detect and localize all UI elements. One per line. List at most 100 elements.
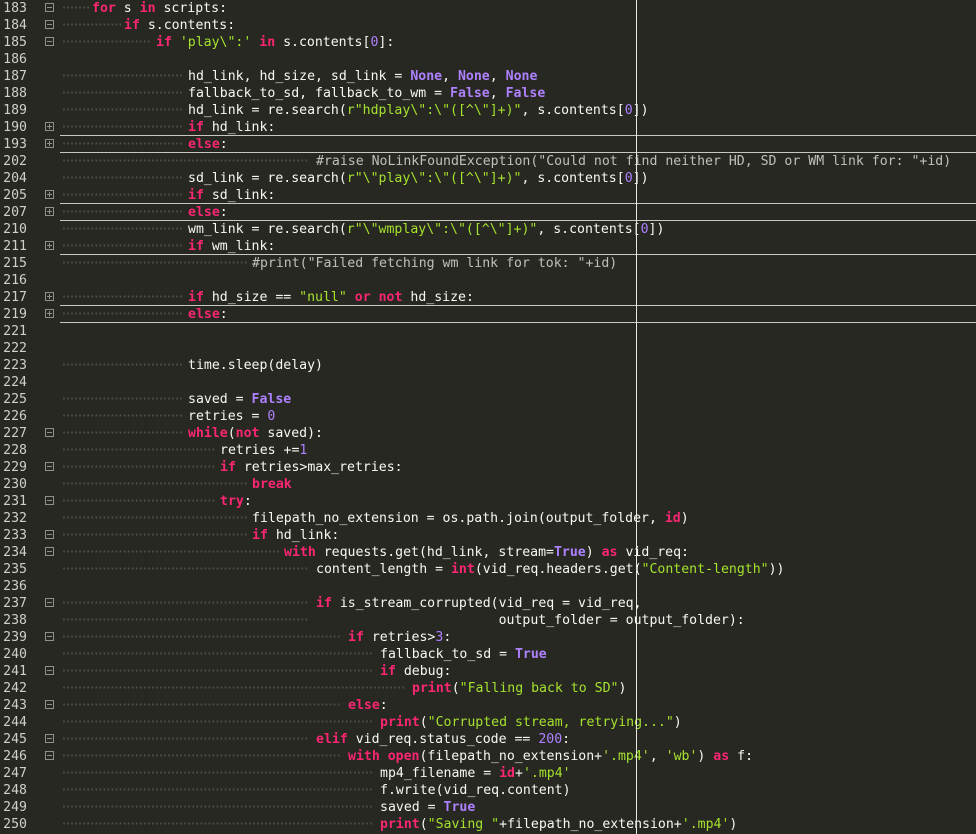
code-line[interactable]: 207 ······························ else: (0, 204, 976, 221)
code-line[interactable]: 227 ······························ while(n… (0, 425, 976, 442)
code-line[interactable]: 226 ······························ retries… (0, 408, 976, 425)
code-token: else (188, 137, 220, 152)
code-line[interactable]: 205 ······························ if sd_l… (0, 187, 976, 204)
code-line[interactable]: 240 ·····································… (0, 646, 976, 663)
code-line[interactable]: 224 (0, 374, 976, 391)
code-line[interactable]: 248 ·····································… (0, 782, 976, 799)
fold-expand-icon[interactable] (45, 139, 54, 148)
code-line[interactable]: 250 ·····································… (0, 816, 976, 833)
code-line[interactable]: 221 (0, 323, 976, 340)
code-token: id (499, 766, 515, 781)
fold-collapse-icon[interactable] (45, 751, 54, 760)
code-line[interactable]: 186 (0, 51, 976, 68)
code-line[interactable]: 247 ·····································… (0, 765, 976, 782)
fold-collapse-icon[interactable] (45, 462, 54, 471)
code-line[interactable]: 184 ··············· if s.contents: (0, 17, 976, 34)
code-line[interactable]: 188 ······························ fallbac… (0, 85, 976, 102)
code-text: with requests.get(hd_link, stream=True) … (284, 544, 689, 561)
fold-collapse-icon[interactable] (45, 734, 54, 743)
code-line[interactable]: 211 ······························ if wm_l… (0, 238, 976, 255)
code-line[interactable]: 243 ·····································… (0, 697, 976, 714)
code-line[interactable]: 233 ·····································… (0, 527, 976, 544)
line-number: 186 (3, 52, 27, 67)
code-line[interactable]: 235 ·····································… (0, 561, 976, 578)
code-line[interactable]: 228 ·····································… (0, 442, 976, 459)
fold-expand-icon[interactable] (45, 292, 54, 301)
code-token: or (354, 290, 371, 305)
fold-collapse-icon[interactable] (45, 598, 54, 607)
fold-expand-icon[interactable] (45, 122, 54, 131)
code-line[interactable]: 216 (0, 272, 976, 289)
code-token: : (562, 732, 571, 747)
code-line[interactable]: 219 ······························ else: (0, 306, 976, 323)
code-token: while (188, 426, 228, 441)
code-token: else (188, 307, 220, 322)
code-line[interactable]: 237 ·····································… (0, 595, 976, 612)
code-line[interactable]: 189 ······························ hd_link… (0, 102, 976, 119)
code-line[interactable]: 239 ·····································… (0, 629, 976, 646)
fold-expand-icon[interactable] (45, 241, 54, 250)
fold-collapse-icon[interactable] (45, 20, 54, 29)
code-token: ]) (648, 222, 665, 237)
code-line[interactable]: 193 ······························ else: (0, 136, 976, 153)
code-line[interactable]: 244 ·····································… (0, 714, 976, 731)
fold-expand-icon[interactable] (45, 190, 54, 199)
fold-collapse-icon[interactable] (45, 632, 54, 641)
fold-expand-icon[interactable] (45, 309, 54, 318)
code-text: mp4_filename = id+'.mp4' (380, 765, 571, 782)
code-line[interactable]: 183 ······· for s in scripts: (0, 0, 976, 17)
code-line[interactable]: 202 ·····································… (0, 153, 976, 170)
whitespace-guide: ······································ (60, 460, 217, 475)
code-line[interactable]: 245 ·····································… (0, 731, 976, 748)
line-number: 189 (3, 103, 27, 118)
code-line[interactable]: 232 ·····································… (0, 510, 976, 527)
code-line[interactable]: 234 ·····································… (0, 544, 976, 561)
fold-collapse-icon[interactable] (45, 530, 54, 539)
code-token: 0 (640, 222, 649, 237)
code-token: "null" (299, 290, 347, 305)
code-token: , (442, 69, 458, 84)
code-line[interactable]: 210 ······························ wm_link… (0, 221, 976, 238)
code-editor[interactable]: 183 ······· for s in scripts: 184 ··········… (0, 0, 976, 834)
whitespace-guide: ········································… (60, 817, 375, 832)
code-line[interactable]: 230 ·····································… (0, 476, 976, 493)
code-line[interactable]: 217 ······························ if hd_s… (0, 289, 976, 306)
code-line[interactable]: 236 (0, 578, 976, 595)
fold-collapse-icon[interactable] (45, 496, 54, 505)
code-line[interactable]: 225 ······························ saved =… (0, 391, 976, 408)
fold-collapse-icon[interactable] (45, 547, 54, 556)
code-line[interactable]: 231 ·····································… (0, 493, 976, 510)
line-number: 185 (3, 35, 27, 50)
code-line[interactable]: 229 ·····································… (0, 459, 976, 476)
code-line[interactable]: 187 ······························ hd_link… (0, 68, 976, 85)
whitespace-guide: ········································… (60, 647, 375, 662)
code-token: False (251, 392, 292, 407)
whitespace-guide: ········································… (60, 613, 310, 628)
fold-collapse-icon[interactable] (45, 428, 54, 437)
line-number: 222 (3, 341, 27, 356)
code-line[interactable]: 215 ·····································… (0, 255, 976, 272)
code-line[interactable]: 190 ······························ if hd_l… (0, 119, 976, 136)
code-token: hd_link, hd_size, sd_link = (188, 69, 411, 84)
code-line[interactable]: 246 ·····································… (0, 748, 976, 765)
code-line[interactable]: 223 ······························ time.sl… (0, 357, 976, 374)
fold-collapse-icon[interactable] (45, 3, 54, 12)
code-line[interactable]: 241 ·····································… (0, 663, 976, 680)
code-token: 'wb' (665, 749, 698, 764)
code-token: fallback_to_sd = (380, 647, 515, 662)
fold-expand-icon[interactable] (45, 207, 54, 216)
code-line[interactable]: 185 ······················ if 'play\":' in… (0, 34, 976, 51)
code-line[interactable]: 238 ·····································… (0, 612, 976, 629)
code-token: print (380, 715, 420, 730)
code-line[interactable]: 249 ·····································… (0, 799, 976, 816)
code-token: retries += (220, 443, 300, 458)
fold-collapse-icon[interactable] (45, 666, 54, 675)
code-line[interactable]: 242 ·····································… (0, 680, 976, 697)
fold-collapse-icon[interactable] (45, 37, 54, 46)
code-token: retries>max_retries: (235, 460, 403, 475)
code-line[interactable]: 222 (0, 340, 976, 357)
code-text: if s.contents: (124, 17, 235, 34)
whitespace-guide: ······· (60, 1, 90, 16)
fold-collapse-icon[interactable] (45, 700, 54, 709)
code-line[interactable]: 204 ······························ sd_link… (0, 170, 976, 187)
